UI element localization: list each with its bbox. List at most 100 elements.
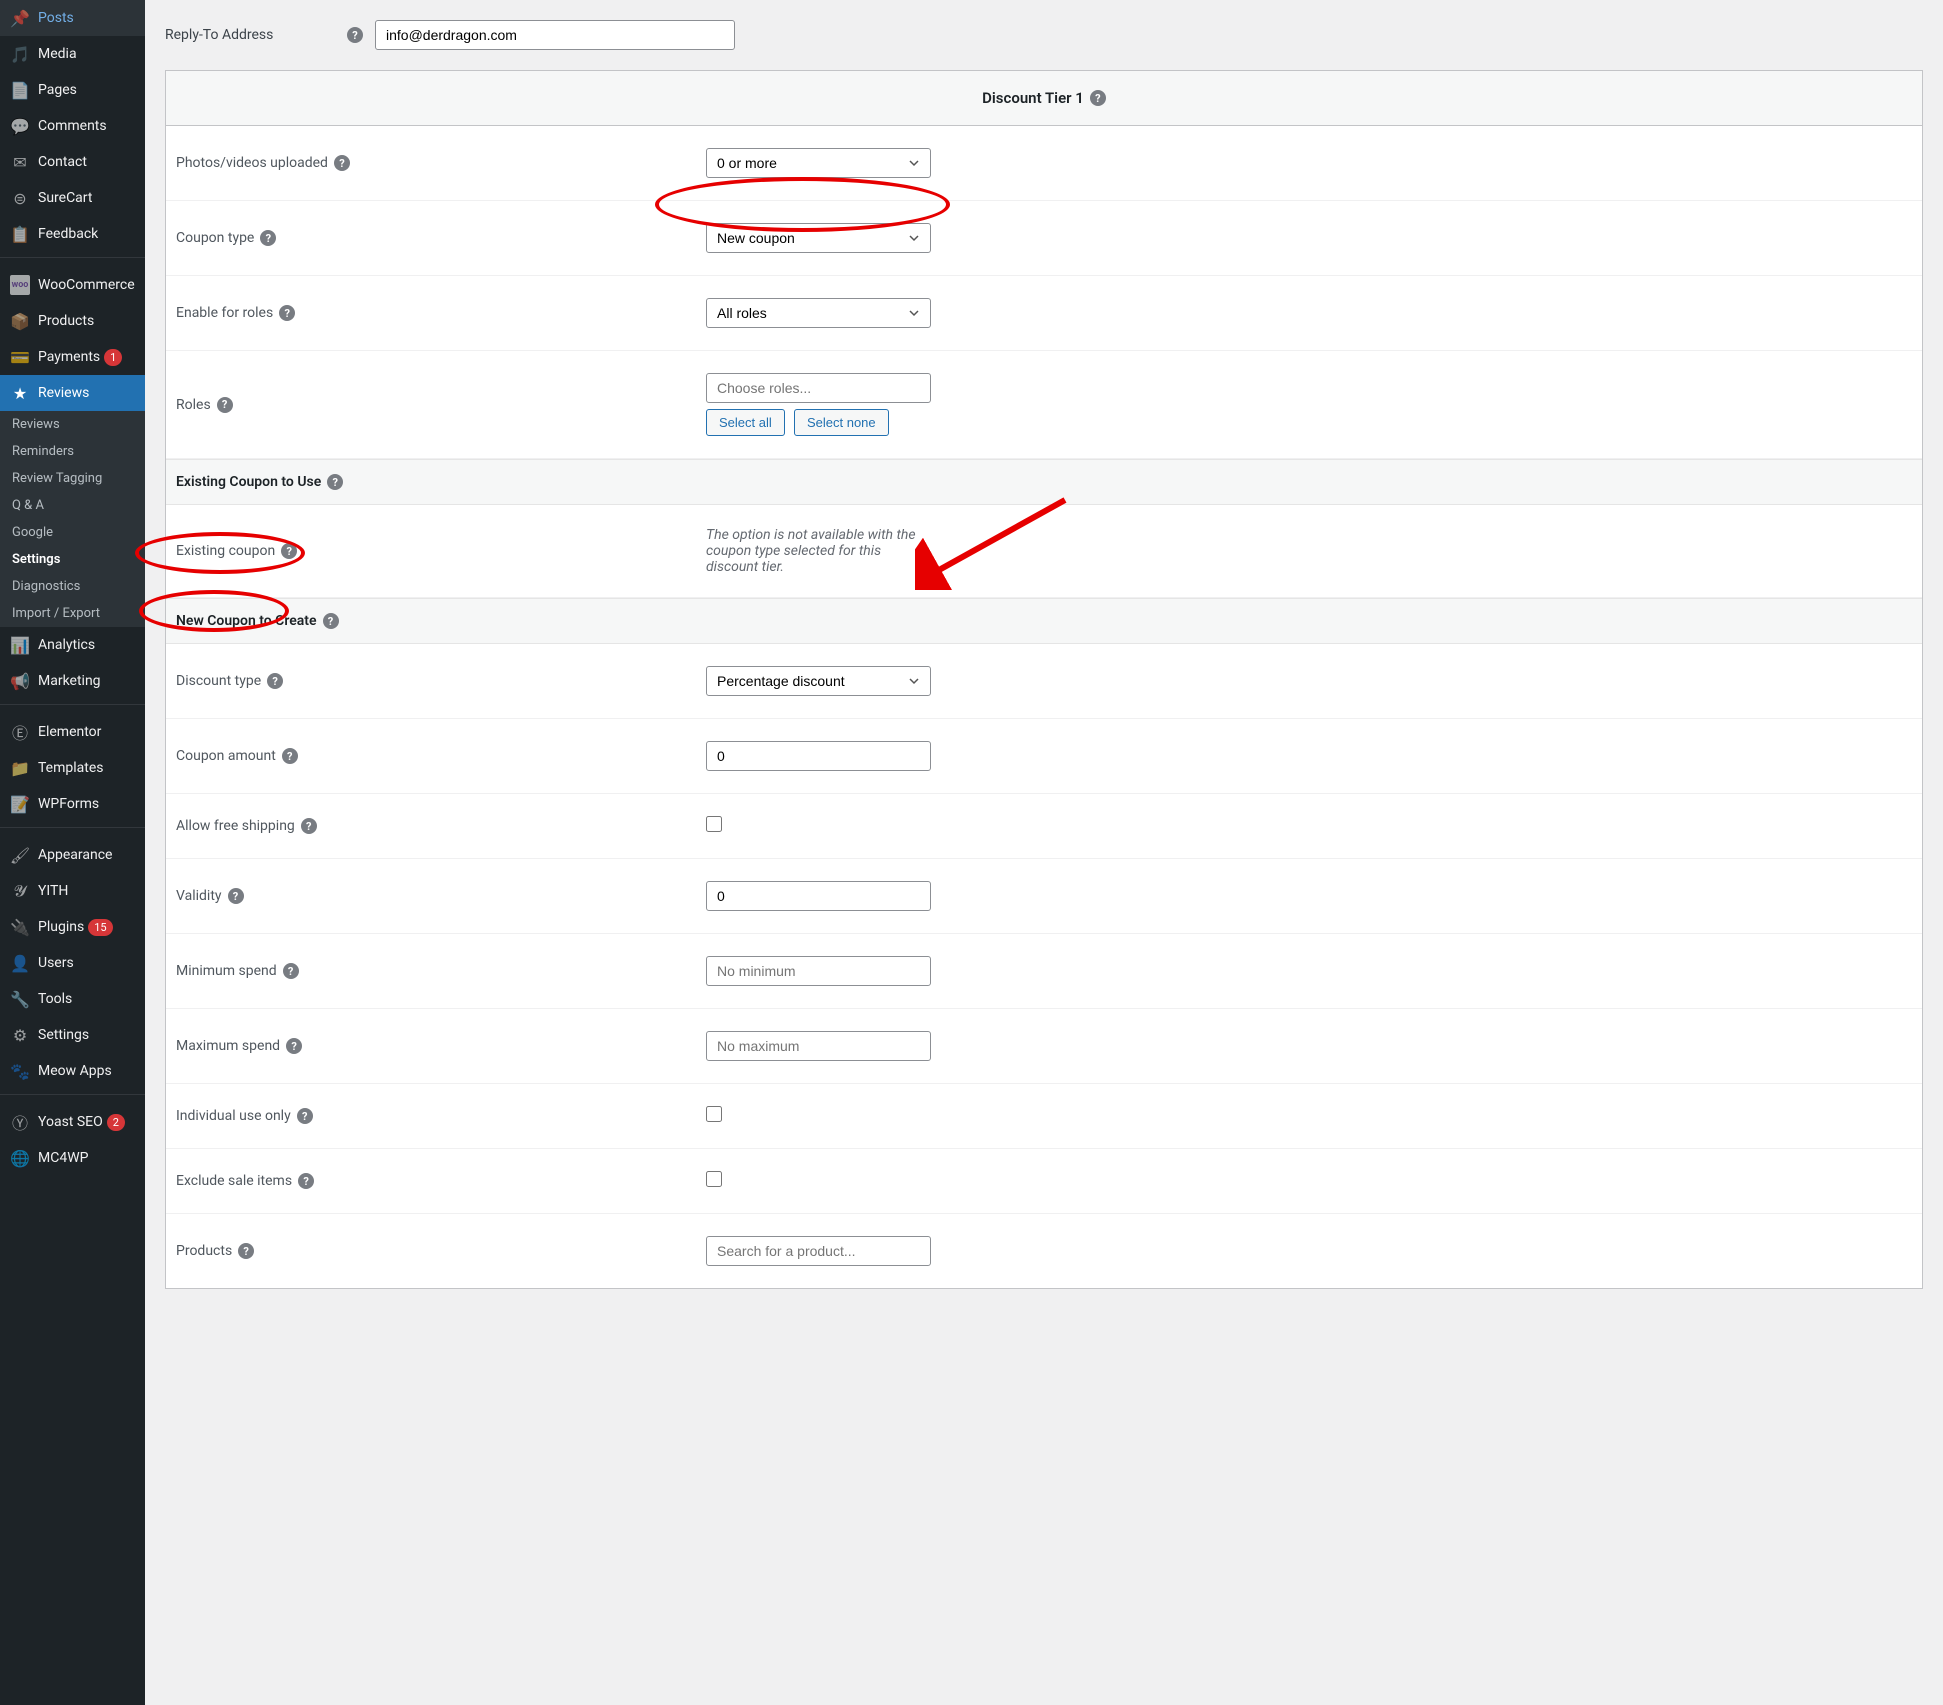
min-spend-row: Minimum spend? — [166, 934, 1922, 1009]
max-spend-input[interactable] — [706, 1031, 931, 1061]
sidebar-feedback[interactable]: 📋Feedback — [0, 216, 145, 252]
help-icon[interactable]: ? — [301, 818, 317, 834]
coupon-type-select[interactable]: New coupon — [706, 223, 931, 253]
sidebar-analytics[interactable]: 📊Analytics — [0, 627, 145, 663]
sidebar-wpforms[interactable]: 📝WPForms — [0, 786, 145, 822]
coupon-amount-input[interactable] — [706, 741, 931, 771]
menu-group: ⓎYoast SEO2 🌐MC4WP — [0, 1104, 145, 1176]
free-shipping-checkbox[interactable] — [706, 816, 722, 832]
sidebar-elementor[interactable]: ⒺElementor — [0, 714, 145, 750]
existing-coupon-row: Existing coupon? The option is not avail… — [166, 505, 1922, 598]
enable-roles-select[interactable]: All roles — [706, 298, 931, 328]
user-icon: 👤 — [10, 953, 30, 973]
reply-to-row: Reply-To Address ? — [165, 0, 1923, 70]
reviews-submenu: Reviews Reminders Review Tagging Q & A G… — [0, 411, 145, 627]
help-icon[interactable]: ? — [217, 397, 233, 413]
products-input[interactable] — [706, 1236, 931, 1266]
help-icon[interactable]: ? — [228, 888, 244, 904]
mail-icon: ✉ — [10, 152, 30, 172]
photos-select[interactable]: 0 or more — [706, 148, 931, 178]
individual-use-checkbox[interactable] — [706, 1106, 722, 1122]
admin-sidebar: 📌Posts 🎵Media 📄Pages 💬Comments ✉Contact … — [0, 0, 145, 1705]
validity-label: Validity? — [176, 888, 706, 904]
help-icon[interactable]: ? — [323, 613, 339, 629]
sidebar-pages[interactable]: 📄Pages — [0, 72, 145, 108]
reply-to-input[interactable] — [375, 20, 735, 50]
wrench-icon: 🔧 — [10, 989, 30, 1009]
paw-icon: 🐾 — [10, 1061, 30, 1081]
help-icon[interactable]: ? — [1090, 90, 1106, 106]
feedback-icon: 📋 — [10, 224, 30, 244]
discount-type-select[interactable]: Percentage discount — [706, 666, 931, 696]
sidebar-settings[interactable]: ⚙Settings — [0, 1017, 145, 1053]
sidebar-payments[interactable]: 💳Payments1 — [0, 339, 145, 375]
sidebar-templates[interactable]: 📁Templates — [0, 750, 145, 786]
exclude-sale-label: Exclude sale items? — [176, 1173, 706, 1189]
submenu-review-tagging[interactable]: Review Tagging — [0, 465, 145, 492]
select-none-button[interactable]: Select none — [794, 409, 889, 436]
sidebar-plugins[interactable]: 🔌Plugins15 — [0, 909, 145, 945]
sidebar-surecart[interactable]: ⊜SureCart — [0, 180, 145, 216]
menu-group: 📌Posts 🎵Media 📄Pages 💬Comments ✉Contact … — [0, 0, 145, 252]
submenu-google[interactable]: Google — [0, 519, 145, 546]
select-all-button[interactable]: Select all — [706, 409, 785, 436]
yoast-badge: 2 — [107, 1114, 125, 1131]
sidebar-comments[interactable]: 💬Comments — [0, 108, 145, 144]
sidebar-meow[interactable]: 🐾Meow Apps — [0, 1053, 145, 1089]
sidebar-posts[interactable]: 📌Posts — [0, 0, 145, 36]
wpforms-icon: 📝 — [10, 794, 30, 814]
products-row: Products? — [166, 1214, 1922, 1288]
sidebar-tools[interactable]: 🔧Tools — [0, 981, 145, 1017]
max-spend-row: Maximum spend? — [166, 1009, 1922, 1084]
help-icon[interactable]: ? — [279, 305, 295, 321]
sidebar-marketing[interactable]: 📢Marketing — [0, 663, 145, 699]
min-spend-input[interactable] — [706, 956, 931, 986]
help-icon[interactable]: ? — [281, 543, 297, 559]
sidebar-yith[interactable]: 𝓨YITH — [0, 873, 145, 909]
media-icon: 🎵 — [10, 44, 30, 64]
existing-coupon-note: The option is not available with the cou… — [706, 527, 926, 575]
menu-separator — [0, 704, 145, 709]
sidebar-appearance[interactable]: 🖌Appearance — [0, 837, 145, 873]
sidebar-yoast[interactable]: ⓎYoast SEO2 — [0, 1104, 145, 1140]
menu-group: ⒺElementor 📁Templates 📝WPForms — [0, 714, 145, 822]
roles-row: Roles? Select all Select none — [166, 351, 1922, 459]
submenu-qa[interactable]: Q & A — [0, 492, 145, 519]
sidebar-users[interactable]: 👤Users — [0, 945, 145, 981]
plug-icon: 🔌 — [10, 917, 30, 937]
help-icon[interactable]: ? — [286, 1038, 302, 1054]
submenu-diagnostics[interactable]: Diagnostics — [0, 573, 145, 600]
submenu-import-export[interactable]: Import / Export — [0, 600, 145, 627]
roles-input[interactable] — [706, 373, 931, 403]
help-icon[interactable]: ? — [267, 673, 283, 689]
enable-roles-label: Enable for roles? — [176, 305, 706, 321]
menu-separator — [0, 827, 145, 832]
submenu-reminders[interactable]: Reminders — [0, 438, 145, 465]
sidebar-media[interactable]: 🎵Media — [0, 36, 145, 72]
submenu-reviews[interactable]: Reviews — [0, 411, 145, 438]
help-icon[interactable]: ? — [282, 748, 298, 764]
exclude-sale-checkbox[interactable] — [706, 1171, 722, 1187]
enable-roles-row: Enable for roles? All roles — [166, 276, 1922, 351]
help-icon[interactable]: ? — [297, 1108, 313, 1124]
help-icon[interactable]: ? — [283, 963, 299, 979]
sidebar-mc4wp[interactable]: 🌐MC4WP — [0, 1140, 145, 1176]
help-icon[interactable]: ? — [260, 230, 276, 246]
help-icon[interactable]: ? — [298, 1173, 314, 1189]
sidebar-woocommerce[interactable]: wooWooCommerce — [0, 267, 145, 303]
max-spend-label: Maximum spend? — [176, 1038, 706, 1054]
help-icon[interactable]: ? — [347, 27, 363, 43]
photos-row: Photos/videos uploaded? 0 or more — [166, 126, 1922, 201]
submenu-settings[interactable]: Settings — [0, 546, 145, 573]
help-icon[interactable]: ? — [334, 155, 350, 171]
validity-row: Validity? — [166, 859, 1922, 934]
coupon-type-row: Coupon type? New coupon — [166, 201, 1922, 276]
min-spend-label: Minimum spend? — [176, 963, 706, 979]
help-icon[interactable]: ? — [238, 1243, 254, 1259]
help-icon[interactable]: ? — [327, 474, 343, 490]
sidebar-contact[interactable]: ✉Contact — [0, 144, 145, 180]
validity-input[interactable] — [706, 881, 931, 911]
sidebar-reviews[interactable]: ★Reviews — [0, 375, 145, 411]
discount-type-row: Discount type? Percentage discount — [166, 644, 1922, 719]
sidebar-products[interactable]: 📦Products — [0, 303, 145, 339]
